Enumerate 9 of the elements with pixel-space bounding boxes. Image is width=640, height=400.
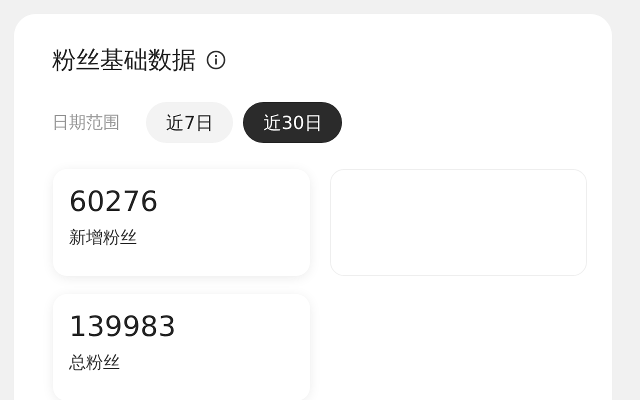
stat-value: 139983 <box>69 310 177 343</box>
date-range-label: 日期范围 <box>52 112 120 134</box>
panel-title: 粉丝基础数据 <box>52 45 196 76</box>
stat-label: 总粉丝 <box>69 352 121 374</box>
date-range-tab[interactable]: 近30日 <box>243 102 342 143</box>
info-icon[interactable] <box>206 50 226 70</box>
stat-label: 新增粉丝 <box>69 227 138 249</box>
stat-value: 60276 <box>69 185 160 218</box>
date-range-tab[interactable]: 近7日 <box>146 102 234 143</box>
